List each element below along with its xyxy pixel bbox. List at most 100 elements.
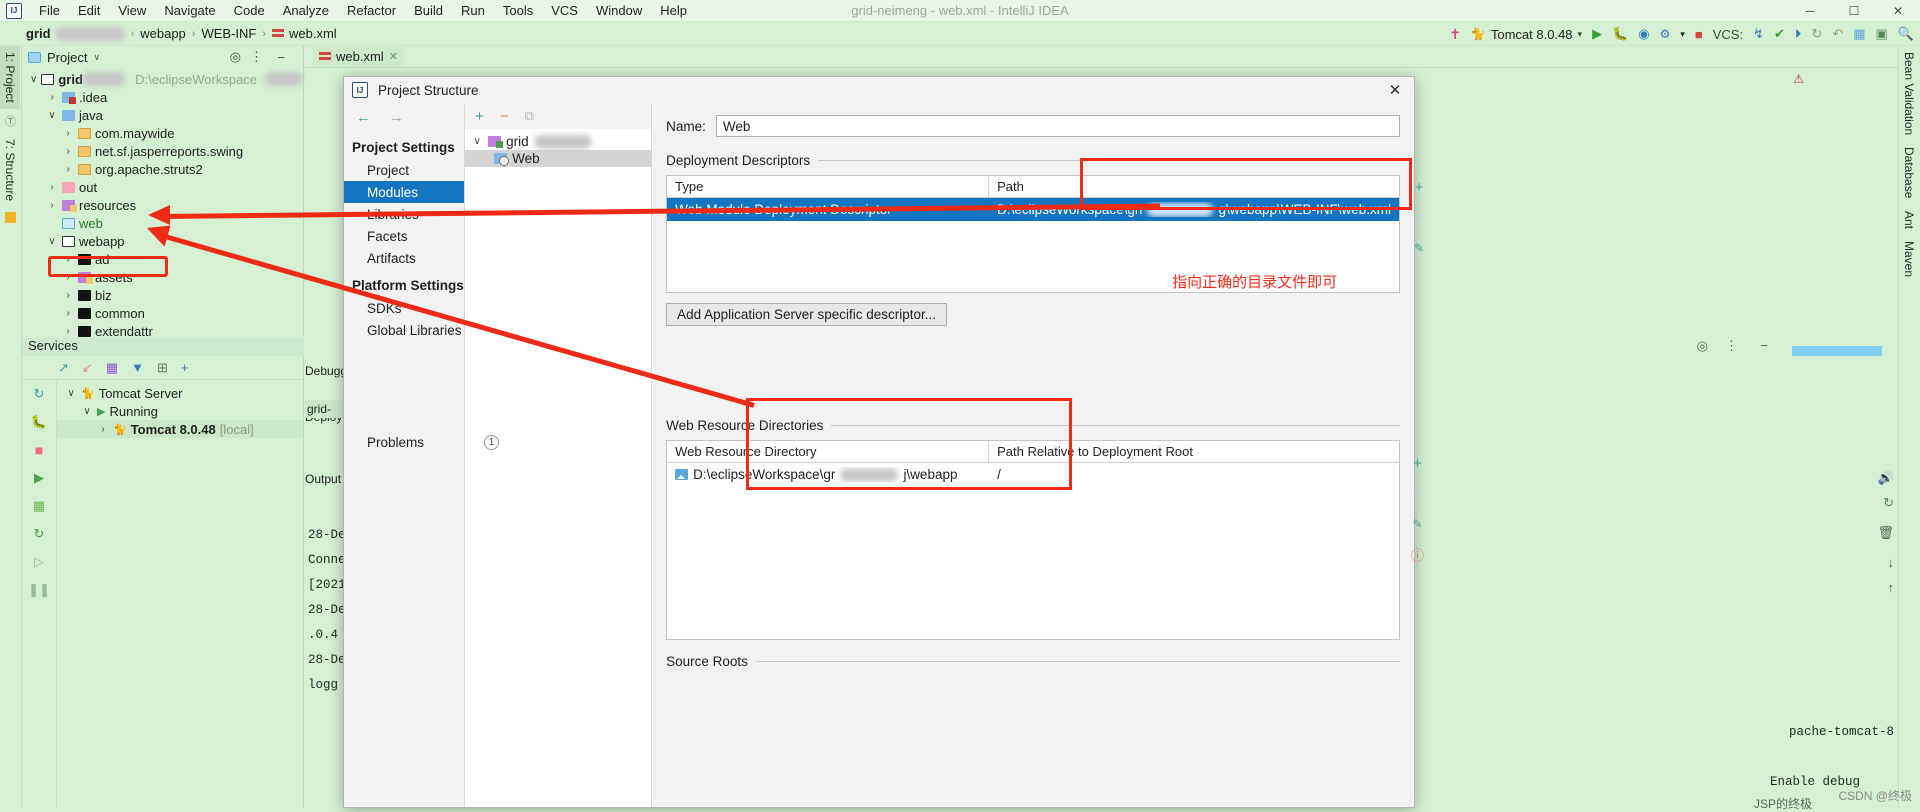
chevron-down-icon[interactable]: ∨ <box>46 236 58 247</box>
chevron-down-icon[interactable]: ∨ <box>81 406 93 417</box>
tree-item-grid[interactable]: ∨ grid D:\eclipseWorkspace <box>26 70 303 88</box>
chevron-down-icon[interactable]: ▾ <box>1578 29 1583 40</box>
stop-button[interactable]: ■ <box>1695 27 1703 42</box>
window-controls[interactable]: ─ ☐ ✕ <box>1788 0 1920 22</box>
menu-item-vcs[interactable]: VCS <box>542 1 587 20</box>
step-icon[interactable]: ▷ <box>34 554 44 570</box>
web-resources-table-row[interactable]: D:\eclipseWorkspace\gr j\webapp / <box>667 463 1399 486</box>
sound-icon[interactable]: 🔊 <box>1878 470 1894 486</box>
tree-item-com-maywide[interactable]: › com.maywide <box>26 124 303 142</box>
nav-item-libraries[interactable]: Libraries <box>344 203 464 225</box>
hide-panel-icon[interactable]: − <box>1760 338 1768 353</box>
more-options-icon[interactable]: ⋮ <box>1725 338 1738 354</box>
remove-web-resource-icon[interactable]: − <box>1413 486 1422 503</box>
rerun-icon[interactable]: ↻ <box>34 386 45 402</box>
tree-item-struts2[interactable]: › org.apache.struts2 <box>26 160 303 178</box>
debug-button[interactable]: 🐛 <box>1612 26 1628 42</box>
help-icon[interactable]: ⓘ <box>1411 545 1424 564</box>
chevron-down-icon[interactable]: ∨ <box>46 110 58 121</box>
chevron-right-icon[interactable]: › <box>97 424 109 435</box>
chevron-right-icon[interactable]: › <box>62 164 74 175</box>
vcs-push-icon[interactable]: ⏵ <box>1795 26 1802 42</box>
nav-item-modules[interactable]: Modules <box>344 181 465 203</box>
chevron-down-icon[interactable]: ∨ <box>65 388 77 399</box>
modules-toolbar[interactable]: + − ⧉ <box>465 103 652 129</box>
menu-item-file[interactable]: File <box>30 1 69 20</box>
services-side-toolbar[interactable]: ↻ 🐛 ■ ▶ ▦ ↻ ▷ ❚❚ <box>22 380 56 808</box>
menu-item-view[interactable]: View <box>109 1 155 20</box>
tree-item-common[interactable]: › common <box>26 304 303 322</box>
services-item-tomcat-server[interactable]: ∨ 🐈 Tomcat Server <box>57 384 303 402</box>
dialog-close-button[interactable]: ✕ <box>1386 81 1404 99</box>
close-button[interactable]: ✕ <box>1876 0 1920 22</box>
search-icon[interactable]: 🔍 <box>1898 26 1914 42</box>
menu-item-build[interactable]: Build <box>405 1 452 20</box>
module-name-input[interactable]: Web <box>715 115 1400 137</box>
dialog-settings-nav[interactable]: ← → Project Settings Project Modules Lib… <box>344 103 499 807</box>
services-item-tomcat-local[interactable]: › 🐈 Tomcat 8.0.48 [local] <box>57 420 303 438</box>
grid-icon[interactable]: ▦ <box>106 360 118 376</box>
modules-tree[interactable]: ∨ grid Web <box>465 129 652 167</box>
tree-item-java[interactable]: ∨ java <box>26 106 303 124</box>
menu-item-run[interactable]: Run <box>452 1 494 20</box>
nav-item-sdks[interactable]: SDKs <box>344 297 464 319</box>
tool-tab-project[interactable]: 1: Project <box>0 46 20 109</box>
chevron-right-icon[interactable]: › <box>62 290 74 301</box>
nav-item-global-libraries[interactable]: Global Libraries <box>344 319 464 341</box>
edit-web-resource-icon[interactable]: ✎ <box>1412 517 1422 531</box>
expand-icon[interactable]: ↗ <box>58 360 69 376</box>
tree-item-ad[interactable]: › ad <box>26 250 303 268</box>
debug-icon[interactable]: 🐛 <box>31 414 47 430</box>
run-button[interactable]: ▶ <box>1592 26 1602 42</box>
back-arrow-icon[interactable]: ← <box>356 109 371 126</box>
chevron-right-icon[interactable]: › <box>62 326 74 337</box>
dialog-nav-arrows[interactable]: ← → <box>344 103 464 131</box>
target-icon[interactable]: ◎ <box>230 49 241 65</box>
more-options-icon[interactable]: ⋮ <box>250 49 263 65</box>
favorites-icon[interactable] <box>0 207 21 230</box>
web-resources-side-buttons[interactable]: + − ✎ ⓘ <box>1411 455 1424 564</box>
forward-arrow-icon[interactable]: → <box>389 109 404 126</box>
nav-item-artifacts[interactable]: Artifacts <box>344 247 464 269</box>
add-descriptor-icon[interactable]: + <box>1415 179 1424 196</box>
vcs-history-icon[interactable]: ↻ <box>1811 26 1822 42</box>
services-toolbar[interactable]: ↗ ↙ ▦ ▼ ⊞ + <box>22 356 303 380</box>
chevron-right-icon[interactable]: › <box>46 200 58 211</box>
tool-tab-database[interactable]: Database <box>1899 141 1919 204</box>
close-icon[interactable]: ✕ <box>389 50 398 63</box>
add-module-button[interactable]: + <box>475 108 484 125</box>
nav-item-project[interactable]: Project <box>344 159 464 181</box>
coverage-button[interactable]: ◉ <box>1638 26 1649 42</box>
nav-item-facets[interactable]: Facets <box>344 225 464 247</box>
deployment-table-row[interactable]: Web Module Deployment Descriptor D:\ecli… <box>667 198 1399 221</box>
deployment-side-buttons[interactable]: + − ✎ <box>1414 179 1424 255</box>
breadcrumb-webapp[interactable]: webapp <box>140 26 186 41</box>
tree-item-resources[interactable]: › resources <box>26 196 303 214</box>
menu-bar[interactable]: File Edit View Navigate Code Analyze Ref… <box>30 1 696 20</box>
menu-item-refactor[interactable]: Refactor <box>338 1 405 20</box>
sync-icon[interactable]: ↻ <box>1883 495 1894 511</box>
vcs-update-icon[interactable]: ↯ <box>1753 26 1764 42</box>
stop-icon[interactable]: ■ <box>35 442 43 458</box>
menu-item-tools[interactable]: Tools <box>494 1 542 20</box>
breadcrumb-project[interactable]: grid <box>26 26 125 41</box>
chevron-right-icon[interactable]: › <box>46 92 58 103</box>
tree-item-webapp[interactable]: ∨ webapp <box>26 232 303 250</box>
inspection-warning-badge[interactable]: ⚠ <box>1793 72 1804 86</box>
right-tool-strip[interactable]: Bean Validation Database Ant Maven <box>1898 46 1920 808</box>
remove-descriptor-icon[interactable]: − <box>1415 210 1424 227</box>
tool-tab-bean-validation[interactable]: Bean Validation <box>1899 46 1919 141</box>
vcs-commit-icon[interactable]: ✔ <box>1774 26 1785 42</box>
add-app-server-descriptor-button[interactable]: Add Application Server specific descript… <box>666 303 948 326</box>
menu-item-code[interactable]: Code <box>225 1 274 20</box>
settings-gear-icon[interactable]: ◎ <box>1697 338 1708 354</box>
tool-tab-ant[interactable]: Ant <box>1899 205 1919 235</box>
project-tree[interactable]: ∨ grid D:\eclipseWorkspace › .idea ∨ jav… <box>22 68 303 368</box>
chevron-right-icon[interactable]: › <box>62 308 74 319</box>
tree-item-assets[interactable]: › assets <box>26 268 303 286</box>
tool-tab-maven[interactable]: Maven <box>1899 235 1919 283</box>
maven-strip-icon[interactable]: Ⓣ <box>0 109 21 133</box>
layout-icon[interactable]: ▦ <box>33 498 45 514</box>
left-tool-strip[interactable]: 1: Project Ⓣ 7: Structure <box>0 46 22 808</box>
breadcrumb-web-inf[interactable]: WEB-INF <box>201 26 256 41</box>
